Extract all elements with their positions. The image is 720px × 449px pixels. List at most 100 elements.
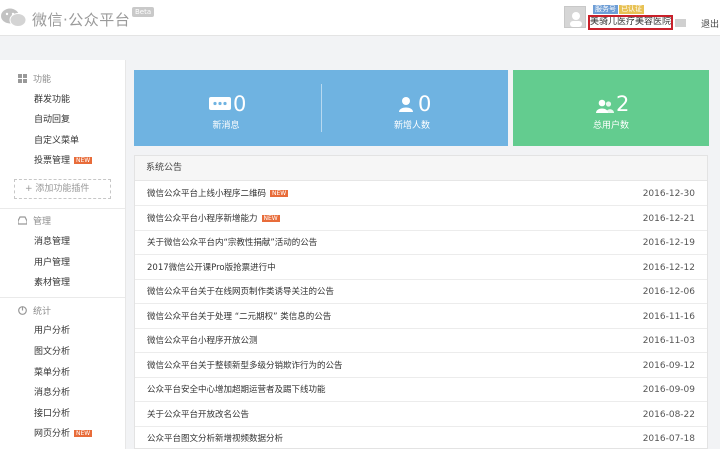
sidebar-item-label: 投票管理 [34,156,71,166]
table-row[interactable]: 微信公众平台关于在线网页制作类诱导关注的公告 2016-12-06 [135,280,707,304]
table-row[interactable]: 关于微信公众平台内“宗教性捐献”活动的公告 2016-12-19 [135,231,707,255]
wechat-logo-icon [1,8,27,27]
new-badge: NEW [74,430,93,437]
service-account-badge: 服务号 [593,5,618,14]
sidebar-item-mass-send[interactable]: 群发功能 [34,94,70,106]
sidebar-item-message-analysis[interactable]: 消息分析 [34,387,70,399]
top-bar: 微信·公众平台 Beta 服务号 已认证 美骑儿医疗美容医院 退出 [0,0,720,36]
new-messages-label: 新消息 [212,121,240,131]
sidebar-section-title: 功能 [33,75,52,85]
new-messages-count[interactable]: 0 [233,93,246,115]
message-icon [209,97,231,110]
tray-icon [18,216,27,225]
announcements-panel: 系统公告 微信公众平台上线小程序二维码 NEW 2016-12-30 微信公众平台小程… [134,155,708,449]
beta-badge: Beta [132,7,155,17]
announcement-title[interactable]: 关于公众平台开放改名公告 [147,403,249,427]
table-row[interactable]: 2017微信公开课Pro版抢票进行中 2016-12-12 [135,256,707,280]
sidebar-item-web-analysis[interactable]: 网页分析 NEW [34,428,93,440]
new-badge: NEW [270,190,289,197]
sidebar-section-title: 管理 [33,217,52,227]
announcement-title[interactable]: 关于微信公众平台内“宗教性捐献”活动的公告 [147,231,317,255]
grid-icon [18,74,27,83]
announcement-date: 2016-12-30 [642,189,695,199]
announcement-date: 2016-12-12 [642,262,695,273]
sidebar-section-functions: 功能 [18,74,51,86]
sidebar-item-api-analysis[interactable]: 接口分析 [34,408,70,420]
sidebar-item-custom-menu[interactable]: 自定义菜单 [34,135,79,147]
sidebar-item-user-analysis[interactable]: 用户分析 [34,325,70,337]
avatar-user-icon [570,12,582,27]
sidebar: 功能 群发功能 自动回复 自定义菜单 投票管理 NEW + 添加功能插件 管理 消… [0,60,126,449]
sidebar-item-label: 图文分析 [34,347,71,357]
chart-icon [18,306,27,315]
sidebar-item-user-management[interactable]: 用户管理 [34,257,70,269]
table-row[interactable]: 微信公众平台小程序新增能力 NEW 2016-12-21 [135,207,707,231]
account-name-link[interactable]: 美骑儿医疗美容医院 [588,15,673,30]
table-row[interactable]: 微信公众平台关于整顿新型多级分销欺诈行为的公告 2016-09-12 [135,354,707,378]
announcement-title-text: 微信公众平台关于整顿新型多级分销欺诈行为的公告 [147,360,343,371]
new-badge: NEW [261,214,280,222]
table-row[interactable]: 微信公众平台上线小程序二维码 NEW 2016-12-30 [135,182,707,206]
announcement-date: 2016-07-18 [642,434,695,444]
sidebar-section-management: 管理 [18,216,51,228]
announcement-title[interactable]: 微信公众平台关于在线网页制作类诱导关注的公告 [147,280,334,304]
sidebar-item-label: 群发功能 [34,95,71,105]
announcement-title[interactable]: 微信公众平台小程序新增能力 NEW [147,207,280,231]
sidebar-item-label: 自定义菜单 [34,136,80,146]
announcement-title[interactable]: 微信公众平台小程序开放公测 [147,329,258,353]
new-badge: NEW [74,157,93,164]
table-row[interactable]: 关于公众平台开放改名公告 2016-08-22 [135,403,707,427]
announcement-title-text: 关于微信公众平台内“宗教性捐献”活动的公告 [147,238,318,248]
announcement-date: 2016-11-03 [642,336,695,346]
mail-icon[interactable] [675,19,686,27]
announcement-date: 2016-12-21 [642,213,695,224]
sidebar-item-label: 用户分析 [34,326,71,336]
new-followers-count[interactable]: 0 [418,93,431,115]
announcement-date: 2016-12-06 [642,287,695,297]
new-followers-label: 新增人数 [393,121,430,131]
sidebar-item-label: 用户管理 [34,258,71,268]
announcement-title[interactable]: 微信公众平台上线小程序二维码 NEW [147,182,289,206]
announcement-title-text: 公众平台安全中心增加超期运营者及踢下线功能 [147,385,326,395]
header-band [0,37,720,60]
user-icon [399,97,413,112]
announcement-title-text: 公众平台图文分析新增视频数据分析 [147,434,284,444]
sidebar-item-label: 素材管理 [34,278,71,288]
logout-link[interactable]: 退出 [701,17,719,30]
sidebar-item-vote-management[interactable]: 投票管理 NEW [34,155,93,167]
announcement-title[interactable]: 公众平台安全中心增加超期运营者及踢下线功能 [147,378,326,402]
announcement-date: 2016-11-16 [642,311,695,322]
total-users-count[interactable]: 2 [616,93,629,115]
table-row[interactable]: 公众平台安全中心增加超期运营者及踢下线功能 2016-09-09 [135,378,707,402]
announcement-title-text: 微信公众平台关于在线网页制作类诱导关注的公告 [147,287,335,297]
stats-divider [321,84,322,132]
add-plugin-button[interactable]: + 添加功能插件 [14,179,111,199]
announcement-title-text: 微信公众平台关于处理 “二元期权” 类信息的公告 [147,311,332,322]
announcement-title-text: 微信公众平台上线小程序二维码 [147,189,267,199]
sidebar-item-label: 网页分析 [34,429,71,439]
sidebar-item-label: 消息管理 [34,237,71,247]
sidebar-section-title: 统计 [33,307,52,317]
table-row[interactable]: 公众平台图文分析新增视频数据分析 2016-07-18 [135,427,707,449]
announcement-title-text: 2017微信公开课Pro版抢票进行中 [147,262,276,273]
users-icon [596,99,614,113]
announcement-title[interactable]: 微信公众平台关于整顿新型多级分销欺诈行为的公告 [147,354,343,378]
sidebar-item-message-management[interactable]: 消息管理 [34,236,70,248]
sidebar-item-label: 自动回复 [34,115,71,125]
sidebar-item-article-analysis[interactable]: 图文分析 [34,346,70,358]
sidebar-item-label: 接口分析 [34,409,71,419]
verified-badge: 已认证 [619,5,644,14]
sidebar-divider [0,297,125,298]
announcement-title[interactable]: 微信公众平台关于处理 “二元期权” 类信息的公告 [147,305,331,329]
announcement-title[interactable]: 2017微信公开课Pro版抢票进行中 [147,256,276,280]
total-users-label: 总用户数 [592,121,629,131]
sidebar-item-menu-analysis[interactable]: 菜单分析 [34,367,70,379]
table-row[interactable]: 微信公众平台关于处理 “二元期权” 类信息的公告 2016-11-16 [135,305,707,329]
announcement-title[interactable]: 公众平台图文分析新增视频数据分析 [147,427,283,449]
sidebar-item-material-management[interactable]: 素材管理 [34,277,70,289]
announcement-title-text: 关于公众平台开放改名公告 [147,409,250,420]
sidebar-item-auto-reply[interactable]: 自动回复 [34,114,70,126]
announcement-date: 2016-08-22 [642,409,695,420]
table-row[interactable]: 微信公众平台小程序开放公测 2016-11-03 [135,329,707,353]
avatar[interactable] [564,6,586,28]
